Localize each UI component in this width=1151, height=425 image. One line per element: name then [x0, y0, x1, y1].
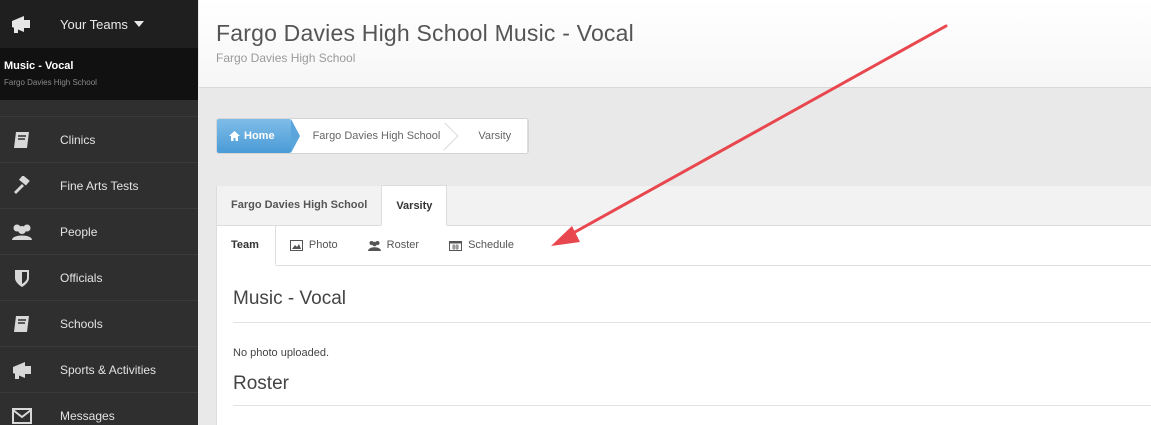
- megaphone-icon: [10, 15, 40, 33]
- sidebar-item-clinics[interactable]: Clinics: [0, 116, 198, 162]
- breadcrumb-home-label: Home: [244, 130, 275, 142]
- photo-note: No photo uploaded.: [233, 347, 330, 359]
- sidebar-item-schools[interactable]: Schools: [0, 300, 198, 346]
- section-title: Music - Vocal: [233, 288, 1151, 323]
- current-team-school: Fargo Davies High School: [4, 78, 97, 87]
- tabs-level2: Team Photo Roster Schedule: [217, 225, 1151, 266]
- roster-title: Roster: [233, 373, 1151, 406]
- tab-school[interactable]: Fargo Davies High School: [217, 185, 381, 225]
- sidebar-item-people[interactable]: People: [0, 208, 198, 254]
- caret-down-icon: [133, 21, 144, 27]
- sidebar-item-messages[interactable]: Messages: [0, 392, 198, 425]
- team-switcher[interactable]: Your Teams: [0, 0, 198, 48]
- sidebar-item-label: People: [60, 224, 98, 239]
- page-header: Fargo Davies High School Music - Vocal F…: [199, 0, 1151, 88]
- tab-label: Roster: [386, 239, 420, 251]
- tab-label: Team: [231, 238, 259, 251]
- sidebar-item-label: Messages: [60, 408, 115, 423]
- group-icon: [8, 220, 36, 244]
- current-team-name: Music - Vocal: [4, 60, 74, 72]
- tab-photo[interactable]: Photo: [276, 225, 354, 265]
- shield-icon: [8, 266, 36, 290]
- breadcrumb: Home Fargo Davies High School Varsity: [216, 118, 530, 154]
- gavel-icon: [8, 174, 36, 198]
- picture-icon: [289, 239, 303, 251]
- sidebar-item-label: Fine Arts Tests: [60, 178, 139, 193]
- sidebar-item-label: Officials: [60, 270, 103, 285]
- tab-roster[interactable]: Roster: [354, 225, 435, 265]
- sidebar-item-officials[interactable]: Officials: [0, 254, 198, 300]
- breadcrumb-item-varsity[interactable]: Varsity: [456, 119, 529, 153]
- home-icon: [229, 131, 240, 141]
- sidebar-item-sports-activities[interactable]: Sports & Activities: [0, 346, 198, 392]
- sidebar-item-label: Clinics: [60, 132, 96, 147]
- tab-team[interactable]: Team: [217, 225, 276, 266]
- breadcrumb-item-school[interactable]: Fargo Davies High School: [291, 119, 457, 153]
- tab-label: Photo: [308, 239, 338, 251]
- tabs-level1: Fargo Davies High School Varsity: [217, 185, 1151, 226]
- breadcrumb-item-label: Varsity: [478, 130, 512, 142]
- page-subtitle: Fargo Davies High School: [216, 51, 356, 65]
- tab-label: Schedule: [468, 239, 514, 251]
- group-icon: [367, 240, 381, 251]
- tab-varsity[interactable]: Varsity: [381, 185, 448, 226]
- sidebar-item-fine-arts-tests[interactable]: Fine Arts Tests: [0, 162, 198, 208]
- book-icon: [8, 128, 36, 152]
- sidebar-nav: Clinics Fine Arts Tests People Officials…: [0, 116, 198, 425]
- tab-schedule[interactable]: Schedule: [435, 225, 530, 265]
- team-panel: Fargo Davies High School Varsity Team Ph…: [216, 185, 1151, 425]
- current-team: Music - Vocal Fargo Davies High School: [0, 48, 198, 100]
- calendar-icon: [449, 240, 463, 251]
- envelope-icon: [8, 404, 36, 425]
- book-icon: [8, 312, 36, 336]
- megaphone-icon: [8, 358, 36, 382]
- breadcrumb-item-label: Fargo Davies High School: [312, 130, 441, 142]
- breadcrumb-home[interactable]: Home: [217, 119, 300, 153]
- sidebar-item-label: Sports & Activities: [60, 362, 157, 377]
- page-title: Fargo Davies High School Music - Vocal: [216, 20, 634, 46]
- sidebar-item-label: Schools: [60, 316, 103, 331]
- sidebar: Your Teams Music - Vocal Fargo Davies Hi…: [0, 0, 198, 425]
- team-switcher-label: Your Teams: [60, 16, 128, 32]
